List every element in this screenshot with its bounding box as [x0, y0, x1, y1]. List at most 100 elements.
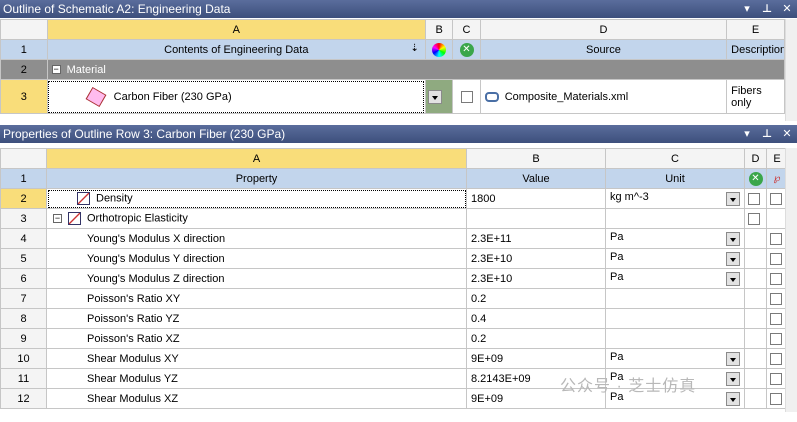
suppress-checkbox[interactable] — [748, 192, 760, 205]
parameter-checkbox[interactable] — [770, 372, 782, 385]
unit-cell[interactable] — [605, 328, 745, 349]
unit-cell[interactable]: kg m^-3 — [605, 188, 745, 209]
row-number[interactable]: 7 — [0, 288, 47, 309]
suppress-checkbox[interactable] — [460, 90, 473, 103]
unit-dropdown-icon[interactable] — [726, 372, 740, 386]
table-row[interactable]: 8 Poisson's Ratio YZ 0.4 — [0, 308, 788, 329]
suppress-cell[interactable] — [744, 208, 767, 229]
col-c-header[interactable]: C — [605, 148, 745, 169]
unit-header[interactable]: Unit — [605, 168, 745, 189]
col-e-header[interactable]: E — [726, 19, 785, 40]
row-number[interactable]: 5 — [0, 248, 47, 269]
suppress-header-cell[interactable]: ✕ — [452, 39, 481, 60]
pin-icon[interactable]: ⊥ — [761, 125, 773, 143]
row-number[interactable]: 3 — [0, 208, 47, 229]
col-b-header[interactable]: B — [424, 19, 454, 40]
color-wheel-cell[interactable] — [424, 39, 454, 60]
suppress-cell[interactable] — [744, 188, 767, 209]
col-a-header[interactable]: A — [46, 148, 467, 169]
table-row[interactable]: 6 Young's Modulus Z direction 2.3E+10 Pa — [0, 268, 788, 289]
dropdown-arrow-icon[interactable] — [427, 90, 442, 104]
table-row[interactable]: 5 Young's Modulus Y direction 2.3E+10 Pa — [0, 248, 788, 269]
corner-cell[interactable] — [0, 19, 48, 40]
row-number[interactable]: 12 — [0, 388, 47, 409]
property-cell[interactable]: − Orthotropic Elasticity — [46, 208, 467, 229]
pin-icon[interactable]: ⊥ — [761, 0, 773, 18]
unit-cell[interactable] — [605, 308, 745, 329]
row-number[interactable]: 10 — [0, 348, 47, 369]
parameter-checkbox[interactable] — [770, 192, 782, 205]
property-cell[interactable]: Poisson's Ratio XY — [46, 288, 467, 309]
source-cell[interactable]: Composite_Materials.xml — [479, 79, 728, 114]
property-cell[interactable]: Poisson's Ratio XZ — [46, 328, 467, 349]
col-a-header[interactable]: A — [46, 19, 426, 40]
col-b-header[interactable]: B — [466, 148, 606, 169]
description-cell[interactable]: Fibers only — [726, 79, 785, 114]
parameter-checkbox[interactable] — [770, 392, 782, 405]
value-cell[interactable]: 2.3E+10 — [466, 268, 606, 289]
dropdown-icon[interactable]: ▾ — [741, 125, 753, 143]
properties-scrollbar[interactable] — [785, 148, 797, 412]
property-cell[interactable]: Shear Modulus XZ — [46, 388, 467, 409]
collapse-icon[interactable]: − — [51, 65, 61, 75]
material-row[interactable]: 3 Carbon Fiber (230 GPa) Composite_Mater… — [0, 79, 785, 114]
row-number[interactable]: 6 — [0, 268, 47, 289]
table-row[interactable]: 4 Young's Modulus X direction 2.3E+11 Pa — [0, 228, 788, 249]
unit-dropdown-icon[interactable] — [726, 252, 740, 266]
suppress-cell[interactable] — [452, 79, 481, 114]
col-c-header[interactable]: C — [452, 19, 481, 40]
table-row[interactable]: 7 Poisson's Ratio XY 0.2 — [0, 288, 788, 309]
dropdown-icon[interactable]: ▾ — [741, 0, 753, 18]
row-number[interactable]: 1 — [0, 39, 48, 60]
property-cell[interactable]: Shear Modulus XY — [46, 348, 467, 369]
value-cell[interactable]: 0.2 — [466, 288, 606, 309]
value-cell[interactable]: 9E+09 — [466, 348, 606, 369]
property-header[interactable]: Property — [46, 168, 467, 189]
unit-cell[interactable]: Pa — [605, 248, 745, 269]
material-group-cell[interactable]: − Material — [46, 59, 786, 80]
unit-dropdown-icon[interactable] — [726, 392, 740, 406]
value-cell[interactable] — [466, 208, 606, 229]
property-cell[interactable]: Young's Modulus Y direction — [46, 248, 467, 269]
table-row[interactable]: 2 Density 1800 kg m^-3 — [0, 188, 788, 209]
row-number[interactable]: 9 — [0, 328, 47, 349]
unit-cell[interactable] — [605, 208, 745, 229]
row-number[interactable]: 2 — [0, 188, 47, 209]
parameter-checkbox[interactable] — [770, 252, 782, 265]
suppress-header-cell[interactable]: ✕ — [744, 168, 767, 189]
value-cell[interactable]: 2.3E+11 — [466, 228, 606, 249]
parameter-checkbox[interactable] — [770, 312, 782, 325]
corner-cell[interactable] — [0, 148, 47, 169]
parameter-checkbox[interactable] — [770, 332, 782, 345]
table-row[interactable]: 9 Poisson's Ratio XZ 0.2 — [0, 328, 788, 349]
close-icon[interactable]: ✕ — [781, 0, 793, 18]
value-header[interactable]: Value — [466, 168, 606, 189]
row-number[interactable]: 4 — [0, 228, 47, 249]
row-number[interactable]: 8 — [0, 308, 47, 329]
parameter-checkbox[interactable] — [770, 232, 782, 245]
parameter-checkbox[interactable] — [770, 292, 782, 305]
unit-cell[interactable]: Pa — [605, 268, 745, 289]
row-number[interactable]: 2 — [0, 59, 48, 80]
material-dropdown-cell[interactable] — [424, 79, 454, 114]
table-row[interactable]: 3 − Orthotropic Elasticity — [0, 208, 788, 229]
parameter-checkbox[interactable] — [770, 272, 782, 285]
value-cell[interactable]: 1800 — [466, 188, 606, 209]
unit-cell[interactable]: Pa — [605, 228, 745, 249]
row-number[interactable]: 1 — [0, 168, 47, 189]
table-row[interactable]: 10 Shear Modulus XY 9E+09 Pa — [0, 348, 788, 369]
property-cell[interactable]: Young's Modulus X direction — [46, 228, 467, 249]
property-cell[interactable]: Poisson's Ratio YZ — [46, 308, 467, 329]
material-name-cell[interactable]: Carbon Fiber (230 GPa) — [46, 79, 426, 114]
unit-cell[interactable]: Pa — [605, 348, 745, 369]
col-d-header[interactable]: D — [744, 148, 767, 169]
unit-cell[interactable] — [605, 288, 745, 309]
row-number[interactable]: 11 — [0, 368, 47, 389]
source-header[interactable]: Source — [479, 39, 728, 60]
value-cell[interactable]: 0.4 — [466, 308, 606, 329]
outline-scrollbar[interactable] — [785, 19, 797, 121]
property-cell[interactable]: Shear Modulus YZ — [46, 368, 467, 389]
col-d-header[interactable]: D — [479, 19, 728, 40]
row-number[interactable]: 3 — [0, 79, 48, 114]
contents-header[interactable]: Contents of Engineering Data ⇣ — [46, 39, 426, 60]
